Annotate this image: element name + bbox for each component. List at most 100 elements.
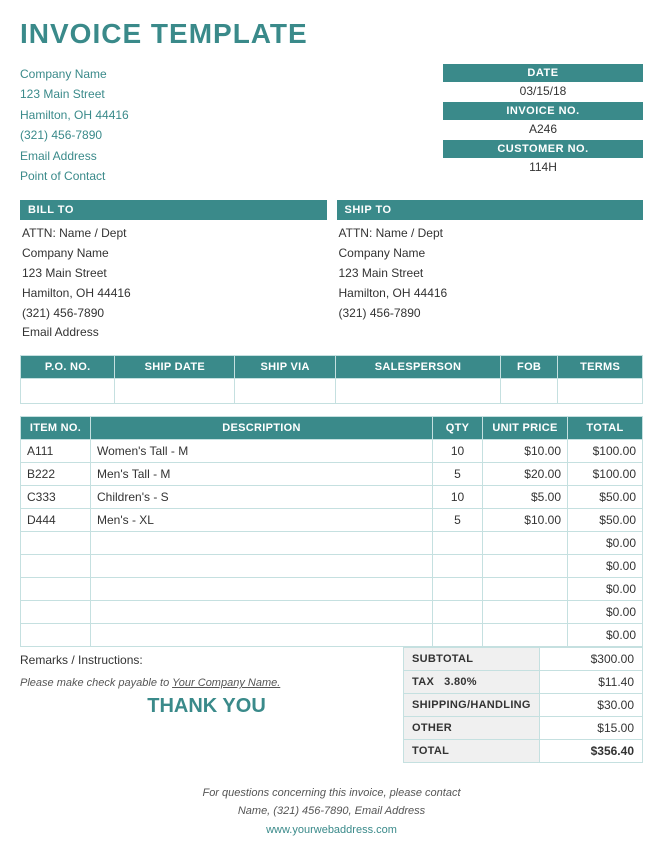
customer-no-row: CUSTOMER NO. 114H [443, 140, 643, 178]
invoice-value: A246 [443, 120, 643, 140]
subtotal-row: SUBTOTAL $300.00 [404, 648, 643, 671]
item-no [21, 532, 91, 555]
totals-column: SUBTOTAL $300.00 TAX 3.80% $11.40 SHIPPI… [403, 647, 643, 763]
company-contact: Point of Contact [20, 166, 129, 186]
item-desc [91, 624, 433, 647]
invoice-no-row: INVOICE NO. A246 [443, 102, 643, 140]
footer-left: Please make check payable to Your Compan… [20, 667, 393, 722]
item-header-total: TOTAL [568, 417, 643, 440]
item-header-qty: QTY [433, 417, 483, 440]
check-note: Please make check payable to Your Compan… [20, 677, 393, 689]
item-qty [433, 555, 483, 578]
ship-to-box: SHIP TO ATTN: Name / Dept Company Name 1… [337, 200, 644, 343]
item-qty: 5 [433, 463, 483, 486]
item-price [483, 578, 568, 601]
bill-ship-section: BILL TO ATTN: Name / Dept Company Name 1… [20, 200, 643, 343]
subtotal-label: SUBTOTAL [404, 648, 540, 671]
po-header-0: P.O. NO. [21, 356, 115, 379]
tax-row: TAX 3.80% $11.40 [404, 671, 643, 694]
item-desc: Women's Tall - M [91, 440, 433, 463]
item-header-desc: DESCRIPTION [91, 417, 433, 440]
customer-label: CUSTOMER NO. [443, 140, 643, 158]
total-label: TOTAL [404, 740, 540, 763]
item-header-price: UNIT PRICE [483, 417, 568, 440]
item-price: $5.00 [483, 486, 568, 509]
footer-website: www.yourwebaddress.com [20, 824, 643, 836]
table-row: C333 Children's - S 10 $5.00 $50.00 [21, 486, 643, 509]
date-row: DATE 03/15/18 [443, 64, 643, 102]
table-row: $0.00 [21, 601, 643, 624]
item-no: A111 [21, 440, 91, 463]
po-header-1: SHIP DATE [115, 356, 235, 379]
shipping-value: $30.00 [539, 694, 642, 717]
item-no [21, 578, 91, 601]
item-total: $100.00 [568, 463, 643, 486]
item-qty [433, 532, 483, 555]
ship-attn: ATTN: Name / Dept [337, 224, 644, 244]
item-qty: 10 [433, 440, 483, 463]
footer-contact-line1: For questions concerning this invoice, p… [20, 785, 643, 803]
po-cell-0 [21, 379, 115, 404]
date-value: 03/15/18 [443, 82, 643, 102]
tax-value: $11.40 [539, 671, 642, 694]
item-no [21, 601, 91, 624]
item-qty [433, 624, 483, 647]
tax-label: TAX 3.80% [404, 671, 540, 694]
shipping-label: SHIPPING/HANDLING [404, 694, 540, 717]
item-price: $20.00 [483, 463, 568, 486]
other-label: OTHER [404, 717, 540, 740]
subtotal-value: $300.00 [539, 648, 642, 671]
company-name: Company Name [20, 64, 129, 84]
ship-name: Company Name [337, 244, 644, 264]
company-phone: (321) 456-7890 [20, 125, 129, 145]
item-total: $100.00 [568, 440, 643, 463]
item-price [483, 532, 568, 555]
bill-city: Hamilton, OH 44416 [20, 284, 327, 304]
other-value: $15.00 [539, 717, 642, 740]
po-cell-1 [115, 379, 235, 404]
item-no: D444 [21, 509, 91, 532]
item-price: $10.00 [483, 440, 568, 463]
item-no [21, 624, 91, 647]
tax-percent: 3.80% [444, 676, 477, 688]
shipping-row: SHIPPING/HANDLING $30.00 [404, 694, 643, 717]
item-qty: 5 [433, 509, 483, 532]
bill-phone: (321) 456-7890 [20, 304, 327, 324]
total-row: TOTAL $356.40 [404, 740, 643, 763]
other-row: OTHER $15.00 [404, 717, 643, 740]
item-desc [91, 532, 433, 555]
invoice-label: INVOICE NO. [443, 102, 643, 120]
ship-address: 123 Main Street [337, 264, 644, 284]
company-info: Company Name 123 Main Street Hamilton, O… [20, 64, 129, 186]
item-no: B222 [21, 463, 91, 486]
bill-attn: ATTN: Name / Dept [20, 224, 327, 244]
total-value: $356.40 [539, 740, 642, 763]
company-city: Hamilton, OH 44416 [20, 105, 129, 125]
po-cell-4 [500, 379, 557, 404]
po-header-3: SALESPERSON [336, 356, 501, 379]
item-desc [91, 555, 433, 578]
footer-bottom: For questions concerning this invoice, p… [20, 781, 643, 836]
item-qty: 10 [433, 486, 483, 509]
bill-to-header: BILL TO [20, 200, 327, 220]
item-qty [433, 601, 483, 624]
item-total: $0.00 [568, 532, 643, 555]
item-total: $0.00 [568, 555, 643, 578]
bill-email: Email Address [20, 323, 327, 343]
ship-phone: (321) 456-7890 [337, 304, 644, 324]
invoice-meta: DATE 03/15/18 INVOICE NO. A246 CUSTOMER … [443, 64, 643, 186]
table-row: A111 Women's Tall - M 10 $10.00 $100.00 [21, 440, 643, 463]
po-cell-3 [336, 379, 501, 404]
item-desc: Men's Tall - M [91, 463, 433, 486]
item-desc: Children's - S [91, 486, 433, 509]
po-header-4: FOB [500, 356, 557, 379]
page-title: INVOICE TEMPLATE [20, 18, 643, 50]
item-price [483, 555, 568, 578]
bill-name: Company Name [20, 244, 327, 264]
table-row: $0.00 [21, 555, 643, 578]
po-header-5: TERMS [558, 356, 643, 379]
item-price [483, 624, 568, 647]
ship-city: Hamilton, OH 44416 [337, 284, 644, 304]
items-table: ITEM NO. DESCRIPTION QTY UNIT PRICE TOTA… [20, 416, 643, 647]
ship-to-header: SHIP TO [337, 200, 644, 220]
